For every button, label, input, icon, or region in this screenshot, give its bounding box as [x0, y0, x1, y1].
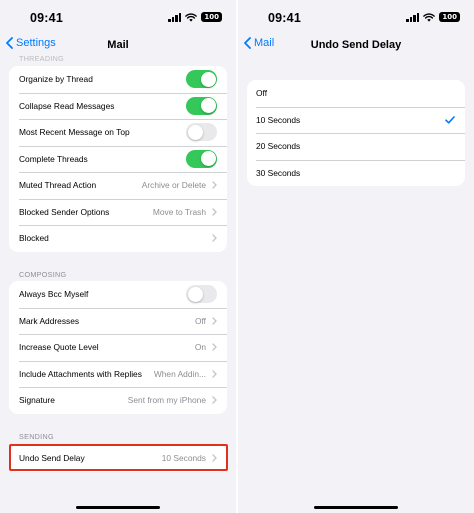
most-recent-on-top-toggle[interactable] [186, 123, 217, 142]
option-label: Off [256, 88, 268, 99]
organize-by-thread-toggle[interactable] [186, 70, 217, 89]
chevron-right-icon [212, 343, 217, 351]
chevron-left-icon [6, 37, 13, 49]
row-label: Organize by Thread [19, 74, 93, 85]
row-label: Undo Send Delay [19, 453, 85, 464]
collapse-read-messages-toggle[interactable] [186, 96, 217, 115]
home-indicator[interactable] [76, 506, 160, 509]
row-mark-addresses[interactable]: Mark Addresses Off [9, 307, 227, 335]
option-label: 30 Seconds [256, 167, 301, 178]
option-20-seconds[interactable]: 20 Seconds [247, 133, 465, 160]
row-signature[interactable]: Signature Sent from my iPhone [9, 387, 227, 414]
option-30-seconds[interactable]: 30 Seconds [247, 159, 465, 187]
chevron-left-icon [244, 37, 251, 49]
row-value: Off [194, 315, 206, 326]
row-label: Most Recent Message on Top [19, 127, 130, 138]
row-undo-send-delay[interactable]: Undo Send Delay 10 Seconds [9, 445, 227, 472]
chevron-right-icon [212, 234, 217, 242]
cellular-signal-icon [406, 12, 420, 22]
chevron-right-icon [212, 208, 217, 216]
row-label: Always Bcc Myself [19, 289, 89, 300]
home-indicator[interactable] [314, 506, 398, 509]
chevron-right-icon [212, 396, 217, 404]
status-icons: 100 [168, 12, 222, 22]
status-bar: 09:41 100 [238, 0, 474, 36]
row-value: Sent from my iPhone [127, 395, 206, 406]
status-bar: 09:41 100 [0, 0, 236, 36]
section-header-sending: SENDING [19, 432, 54, 441]
back-to-settings-button[interactable]: Settings [6, 37, 56, 49]
composing-group: Always Bcc Myself Mark Addresses Off Inc… [9, 281, 227, 414]
sending-group: Undo Send Delay 10 Seconds [9, 445, 227, 472]
row-muted-thread-action[interactable]: Muted Thread Action Archive or Delete [9, 172, 227, 199]
section-header-threading: THREADING [19, 54, 65, 63]
row-label: Blocked [19, 233, 49, 244]
wifi-icon [185, 12, 198, 22]
row-label: Signature [19, 395, 55, 406]
delay-options-group: Off 10 Seconds 20 Seconds 30 Seconds [247, 80, 465, 186]
chevron-right-icon [212, 454, 217, 462]
row-include-attachments[interactable]: Include Attachments with Replies When Ad… [9, 360, 227, 388]
back-to-mail-button[interactable]: Mail [244, 37, 274, 49]
row-value: 10 Seconds [161, 453, 206, 464]
option-10-seconds[interactable]: 10 Seconds [247, 106, 465, 134]
always-bcc-myself-toggle[interactable] [186, 285, 217, 304]
nav-bar: Mail Undo Send Delay [238, 36, 474, 56]
row-blocked-sender-options[interactable]: Blocked Sender Options Move to Trash [9, 198, 227, 226]
complete-threads-toggle[interactable] [186, 149, 217, 168]
option-off[interactable]: Off [247, 80, 465, 107]
mail-settings-screen: 09:41 100 Settings Mail THREADING Organi… [0, 0, 236, 513]
battery-icon: 100 [201, 12, 222, 22]
checkmark-icon [445, 115, 455, 124]
row-complete-threads: Complete Threads [9, 145, 227, 173]
chevron-right-icon [212, 181, 217, 189]
option-label: 10 Seconds [256, 114, 301, 125]
battery-icon: 100 [439, 12, 460, 22]
undo-send-delay-screen: 09:41 100 Mail Undo Send Delay Off 10 Se… [238, 0, 474, 513]
nav-bar: Settings Mail [0, 36, 236, 56]
row-label: Muted Thread Action [19, 180, 97, 191]
status-time: 09:41 [268, 11, 301, 25]
row-label: Complete Threads [19, 153, 88, 164]
row-blocked[interactable]: Blocked [9, 225, 227, 252]
chevron-right-icon [212, 370, 217, 378]
wifi-icon [423, 12, 436, 22]
row-collapse-read-messages: Collapse Read Messages [9, 92, 227, 120]
row-increase-quote-level[interactable]: Increase Quote Level On [9, 334, 227, 361]
back-button-label: Settings [16, 37, 56, 49]
row-most-recent-on-top: Most Recent Message on Top [9, 119, 227, 146]
option-label: 20 Seconds [256, 141, 301, 152]
status-icons: 100 [406, 12, 460, 22]
row-label: Mark Addresses [19, 315, 80, 326]
row-value: When Addin... [153, 368, 206, 379]
row-always-bcc-myself: Always Bcc Myself [9, 281, 227, 308]
section-header-composing: COMPOSING [19, 270, 67, 279]
threading-group: Organize by Thread Collapse Read Message… [9, 66, 227, 252]
row-label: Increase Quote Level [19, 342, 99, 353]
row-value: On [194, 342, 206, 353]
row-value: Move to Trash [152, 206, 206, 217]
row-organize-by-thread: Organize by Thread [9, 66, 227, 93]
row-label: Include Attachments with Replies [19, 368, 142, 379]
chevron-right-icon [212, 317, 217, 325]
status-time: 09:41 [30, 11, 63, 25]
back-button-label: Mail [254, 37, 275, 49]
cellular-signal-icon [168, 12, 182, 22]
row-label: Collapse Read Messages [19, 100, 115, 111]
row-value: Archive or Delete [141, 180, 206, 191]
row-label: Blocked Sender Options [19, 206, 110, 217]
